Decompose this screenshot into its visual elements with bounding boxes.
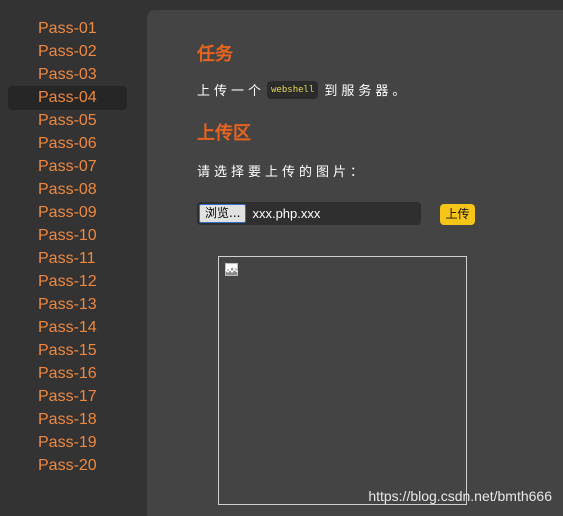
broken-image-icon [225, 263, 238, 276]
upload-heading: 上传区 [197, 123, 251, 144]
task-text-before: 上传一个 [197, 84, 266, 99]
task-text-after: 到服务器。 [324, 84, 410, 99]
sidebar-item-pass-20[interactable]: Pass-20 [8, 454, 127, 478]
sidebar-item-pass-06[interactable]: Pass-06 [8, 132, 127, 156]
image-preview [218, 256, 467, 505]
sidebar-item-pass-10[interactable]: Pass-10 [8, 224, 127, 248]
task-description: 上传一个 webshell 到服务器。 [197, 80, 409, 99]
selected-file-name: xxx.php.xxx [252, 206, 321, 221]
sidebar-item-pass-14[interactable]: Pass-14 [8, 316, 127, 340]
file-input[interactable]: 浏览... xxx.php.xxx [197, 202, 421, 225]
main-panel: 任务 上传一个 webshell 到服务器。 上传区 请选择要上传的图片： 浏览… [147, 10, 563, 516]
sidebar-item-pass-09[interactable]: Pass-09 [8, 201, 127, 225]
page: Pass-01 Pass-02 Pass-03 Pass-04 Pass-05 … [0, 0, 563, 516]
sidebar-item-pass-11[interactable]: Pass-11 [8, 247, 127, 271]
sidebar-item-pass-18[interactable]: Pass-18 [8, 408, 127, 432]
sidebar-item-pass-01[interactable]: Pass-01 [8, 17, 127, 41]
browse-button[interactable]: 浏览... [199, 204, 247, 223]
upload-prompt: 请选择要上传的图片： [197, 165, 368, 180]
upload-button[interactable]: 上传 [440, 204, 475, 225]
sidebar-item-pass-07[interactable]: Pass-07 [8, 155, 127, 179]
sidebar-item-pass-03[interactable]: Pass-03 [8, 63, 127, 87]
sidebar-item-pass-12[interactable]: Pass-12 [8, 270, 127, 294]
sidebar: Pass-01 Pass-02 Pass-03 Pass-04 Pass-05 … [0, 0, 136, 516]
sidebar-item-pass-08[interactable]: Pass-08 [8, 178, 127, 202]
webshell-code-tag: webshell [267, 80, 319, 99]
sidebar-item-pass-04[interactable]: Pass-04 [8, 86, 127, 110]
sidebar-item-pass-17[interactable]: Pass-17 [8, 385, 127, 409]
sidebar-item-pass-16[interactable]: Pass-16 [8, 362, 127, 386]
sidebar-item-pass-19[interactable]: Pass-19 [8, 431, 127, 455]
task-heading: 任务 [197, 44, 233, 65]
sidebar-item-pass-05[interactable]: Pass-05 [8, 109, 127, 133]
sidebar-item-pass-13[interactable]: Pass-13 [8, 293, 127, 317]
sidebar-item-pass-15[interactable]: Pass-15 [8, 339, 127, 363]
sidebar-item-pass-02[interactable]: Pass-02 [8, 40, 127, 64]
watermark-text: https://blog.csdn.net/bmth666 [368, 488, 552, 504]
